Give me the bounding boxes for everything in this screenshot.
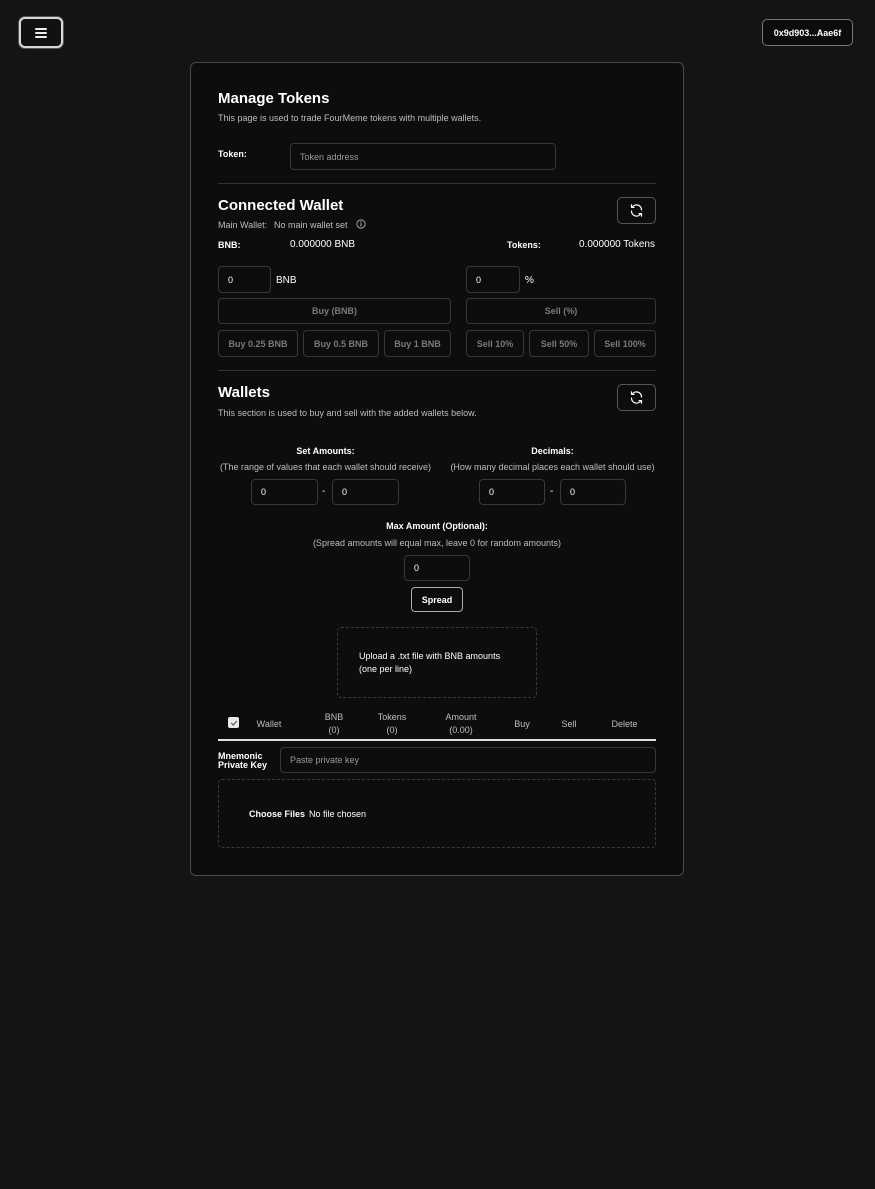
no-file-text: No file chosen — [309, 809, 367, 819]
bnb-label: BNB: — [218, 240, 241, 250]
max-amount-label: Max Amount (Optional): — [386, 521, 488, 531]
amount-max-input[interactable]: 0 — [332, 479, 399, 505]
refresh-icon — [630, 391, 643, 404]
decimals-help: (How many decimal places each wallet sho… — [450, 462, 655, 472]
wallets-title: Wallets — [218, 384, 270, 401]
private-key-label: Private Key — [218, 760, 268, 770]
sell-50-button[interactable]: Sell 50% — [529, 330, 589, 357]
range-separator: - — [550, 486, 554, 497]
column-header-bnb: BNB — [324, 712, 344, 722]
column-header-bnb-total: (0) — [328, 725, 340, 735]
sell-100-button[interactable]: Sell 100% — [594, 330, 656, 357]
column-header-tokens-total: (0) — [386, 725, 398, 735]
sell-unit-label: % — [525, 275, 534, 286]
menu-button[interactable] — [19, 17, 63, 48]
select-all-checkbox[interactable] — [228, 717, 239, 728]
bnb-balance: 0.000000 BNB — [290, 239, 356, 250]
main-wallet-value: No main wallet set — [274, 220, 348, 230]
upload-dropzone[interactable] — [337, 627, 537, 698]
check-icon — [230, 720, 237, 726]
set-amounts-label: Set Amounts: — [296, 446, 355, 456]
sell-button[interactable]: Sell (%) — [466, 298, 656, 324]
column-header-wallet: Wallet — [256, 719, 282, 729]
token-label: Token: — [218, 149, 247, 159]
main-wallet-label: Main Wallet: — [218, 220, 268, 230]
sell-10-button[interactable]: Sell 10% — [466, 330, 524, 357]
tokens-label: Tokens: — [507, 240, 541, 250]
buy-half-bnb-button[interactable]: Buy 0.5 BNB — [303, 330, 379, 357]
column-header-amount-total: (0.00) — [449, 725, 473, 735]
wallets-subtitle: This section is used to buy and sell wit… — [218, 408, 477, 418]
buy-unit-label: BNB — [276, 275, 297, 286]
decimals-max-input[interactable]: 0 — [560, 479, 626, 505]
page-title: Manage Tokens — [218, 90, 330, 107]
column-header-tokens: Tokens — [377, 712, 407, 722]
decimals-label: Decimals: — [531, 446, 574, 456]
upload-text-hint: (one per line) — [359, 664, 413, 674]
refresh-wallet-button[interactable] — [617, 197, 656, 224]
column-header-amount: Amount — [445, 712, 477, 722]
buy-button[interactable]: Buy (BNB) — [218, 298, 451, 324]
range-separator: - — [322, 486, 326, 497]
upload-text: Upload a .txt file with BNB amounts — [359, 651, 501, 661]
column-header-buy: Buy — [514, 719, 530, 729]
max-amount-input[interactable]: 0 — [404, 555, 470, 581]
amount-min-input[interactable]: 0 — [251, 479, 318, 505]
refresh-icon — [630, 204, 643, 217]
page-subtitle: This page is used to trade FourMeme toke… — [218, 113, 482, 123]
column-header-delete: Delete — [611, 719, 638, 729]
connected-wallet-title: Connected Wallet — [218, 197, 344, 214]
tokens-balance: 0.000000 Tokens — [579, 239, 655, 250]
divider — [218, 183, 656, 184]
hamburger-icon — [35, 27, 47, 38]
buy-one-bnb-button[interactable]: Buy 1 BNB — [384, 330, 451, 357]
token-address-input[interactable]: Token address — [290, 143, 556, 170]
set-amounts-help: (The range of values that each wallet sh… — [219, 462, 432, 472]
decimals-min-input[interactable]: 0 — [479, 479, 545, 505]
buy-quarter-bnb-button[interactable]: Buy 0.25 BNB — [218, 330, 298, 357]
sell-percent-input[interactable]: 0 — [466, 266, 520, 293]
column-header-sell: Sell — [561, 719, 577, 729]
private-key-input[interactable]: Paste private key — [280, 747, 656, 773]
choose-files-button[interactable]: Choose Files — [249, 809, 305, 819]
buy-amount-input[interactable]: 0 — [218, 266, 271, 293]
spread-button[interactable]: Spread — [411, 587, 463, 612]
info-icon[interactable] — [356, 219, 366, 229]
max-amount-help: (Spread amounts will equal max, leave 0 … — [312, 538, 562, 548]
refresh-wallets-button[interactable] — [617, 384, 656, 411]
table-header-divider — [218, 739, 656, 741]
divider — [218, 370, 656, 371]
wallet-address-button[interactable]: 0x9d903...Aae6f — [762, 19, 853, 46]
